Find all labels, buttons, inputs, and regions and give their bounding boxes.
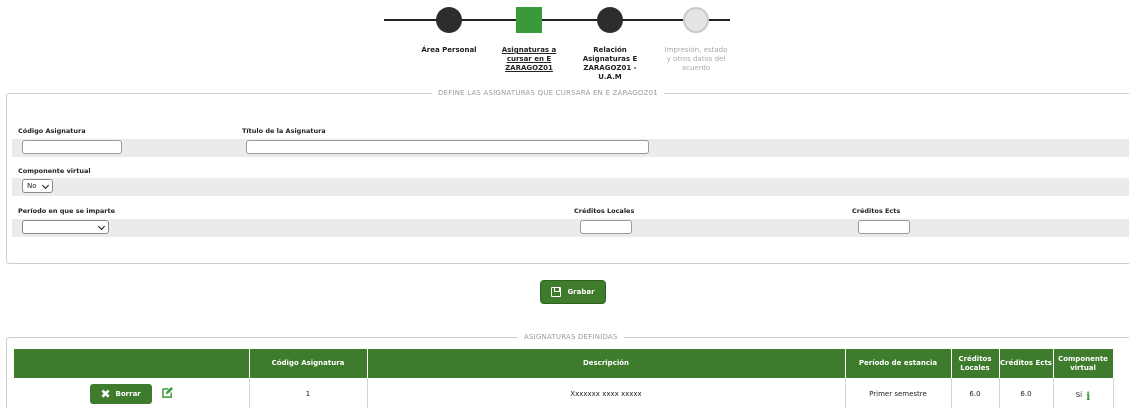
step-4-marker	[683, 7, 709, 33]
delete-button[interactable]: ✖ Borrar	[89, 383, 152, 404]
header-creditos-locales: Créditos Locales	[951, 349, 1000, 378]
periodo-label: Período en que se imparte	[18, 207, 116, 215]
chevron-down-icon	[41, 181, 50, 190]
cell-creditos-locales: 6.0	[951, 378, 1000, 408]
titulo-label: Título de la Asignatura	[242, 127, 326, 135]
componente-select[interactable]: No	[22, 179, 53, 193]
codigo-label: Código Asignatura	[18, 127, 86, 135]
creditos-ects-input[interactable]	[858, 220, 910, 234]
save-button[interactable]: Grabar	[541, 281, 605, 303]
close-icon: ✖	[100, 386, 111, 401]
step-4-label: Impresión, estado y otros datos del acue…	[664, 46, 728, 72]
progress-stepper: Área Personal Asignaturas a cursar en E …	[0, 0, 1129, 95]
periodo-creditos-row	[12, 219, 1129, 237]
cell-descripcion: Xxxxxxx xxxx xxxxx	[367, 378, 846, 408]
header-codigo: Código Asignatura	[249, 349, 368, 378]
header-periodo: Período de estancia	[845, 349, 952, 378]
row-actions: ✖ Borrar	[14, 378, 250, 408]
save-icon	[551, 287, 562, 297]
cell-creditos-ects: 6.0	[999, 378, 1054, 408]
cell-componente: Sí i	[1053, 378, 1114, 408]
periodo-select[interactable]	[22, 220, 109, 234]
table-header-row: Código Asignatura Descripción Período de…	[14, 349, 1114, 378]
creditos-ects-label: Créditos Ects	[852, 207, 901, 215]
table-row: ✖ Borrar 1 Xxxxxxx xxxx xxxxx Primer sem…	[14, 378, 1114, 408]
cell-codigo: 1	[249, 378, 368, 408]
edit-icon[interactable]	[162, 387, 173, 400]
creditos-locales-label: Créditos Locales	[574, 207, 635, 215]
chevron-down-icon	[97, 222, 106, 231]
componente-label: Componente virtual	[18, 167, 91, 175]
cell-periodo: Primer semestre	[845, 378, 952, 408]
step-2-label[interactable]: Asignaturas a cursar en E ZARAGOZ01	[484, 46, 574, 73]
step-2-marker	[516, 7, 542, 33]
define-legend: DEFINE LAS ASIGNATURAS QUE CURSARÁ EN E …	[432, 89, 664, 97]
titulo-input[interactable]	[246, 140, 649, 154]
header-descripcion: Descripción	[367, 349, 846, 378]
creditos-locales-input[interactable]	[580, 220, 632, 234]
info-icon[interactable]: i	[1086, 390, 1090, 403]
subjects-table: Código Asignatura Descripción Período de…	[14, 349, 1114, 408]
header-actions	[14, 349, 250, 378]
header-componente: Componente virtual	[1053, 349, 1114, 378]
codigo-input[interactable]	[22, 140, 122, 154]
step-1-label[interactable]: Área Personal	[404, 46, 494, 55]
step-3-marker	[597, 7, 623, 33]
componente-row	[12, 178, 1129, 196]
header-creditos-ects: Créditos Ects	[999, 349, 1054, 378]
step-1-marker	[436, 7, 462, 33]
step-3-label[interactable]: Relación Asignaturas E ZARAGOZ01 - U.A.M	[565, 46, 655, 82]
defined-legend: ASIGNATURAS DEFINIDAS	[518, 333, 624, 341]
